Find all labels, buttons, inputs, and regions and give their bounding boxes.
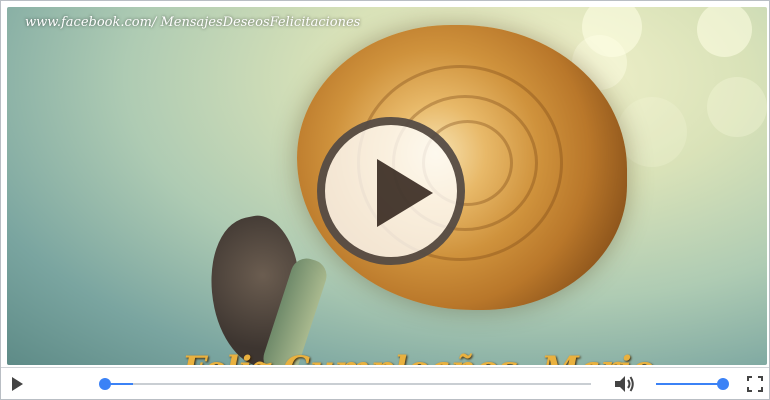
- bokeh-light: [707, 77, 767, 137]
- volume-icon: [615, 376, 634, 392]
- volume-handle[interactable]: [717, 378, 729, 390]
- bokeh-light: [697, 7, 752, 57]
- video-player-frame: www.facebook.com/ MensajesDeseosFelicita…: [0, 0, 770, 400]
- watermark-text: www.facebook.com/ MensajesDeseosFelicita…: [25, 15, 361, 30]
- fullscreen-icon: [747, 376, 763, 392]
- volume-fill: [656, 383, 723, 385]
- play-icon: [377, 159, 433, 227]
- video-caption: Feliz Cumpleaños, Mario: [182, 349, 654, 365]
- play-button[interactable]: [9, 376, 25, 392]
- fullscreen-button[interactable]: [747, 376, 763, 392]
- bokeh-light: [617, 97, 687, 167]
- volume-button[interactable]: [613, 374, 635, 394]
- video-area[interactable]: www.facebook.com/ MensajesDeseosFelicita…: [7, 7, 767, 365]
- progress-handle[interactable]: [99, 378, 111, 390]
- play-icon: [12, 377, 23, 391]
- progress-bar[interactable]: [99, 378, 591, 390]
- volume-slider[interactable]: [656, 378, 729, 390]
- player-controls: [1, 367, 769, 399]
- big-play-button[interactable]: [317, 117, 465, 265]
